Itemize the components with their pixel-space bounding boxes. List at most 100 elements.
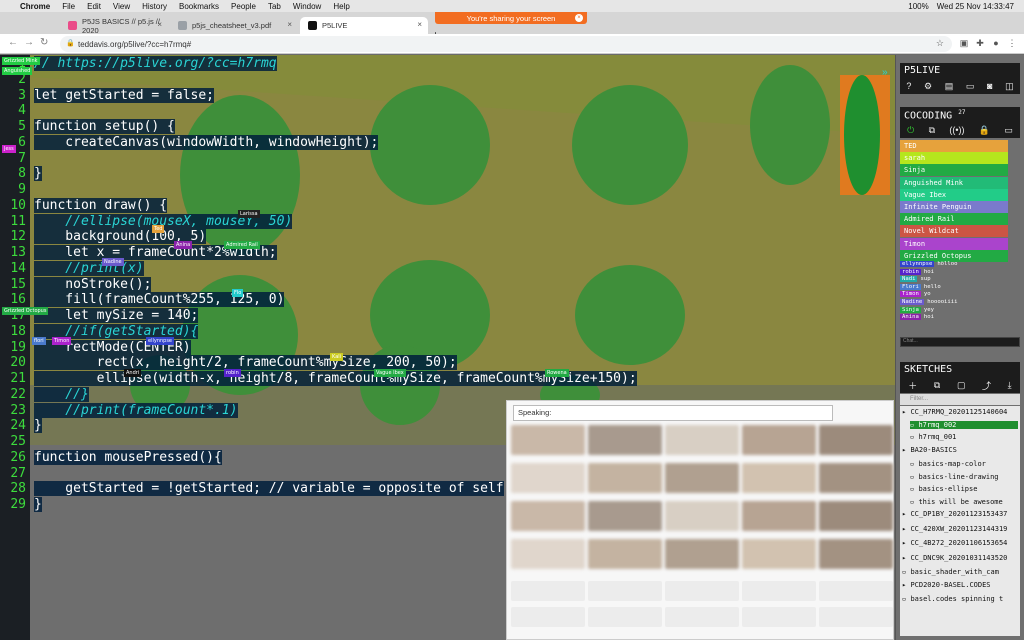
participant-video-tile[interactable] <box>665 463 739 493</box>
tab-cheatsheet[interactable]: p5js_cheatsheet_v3.pdf × <box>170 17 298 34</box>
participant-name-tile[interactable] <box>819 607 893 627</box>
menu-file[interactable]: File <box>62 2 75 11</box>
participant-video-tile[interactable] <box>588 539 662 569</box>
sketch-folder[interactable]: ▸ BA20-BASICS <box>902 446 1018 454</box>
sketch-folder[interactable]: ▸ CC_4B272_20201106153654 <box>902 539 1018 547</box>
sketch-folder[interactable]: ▸ PCD2020-BASEL.CODES <box>902 581 1018 589</box>
participant-video-tile[interactable] <box>742 501 816 531</box>
participant-video-tile[interactable] <box>742 539 816 569</box>
participant-name-tile[interactable] <box>588 581 662 601</box>
sketch-item[interactable]: ▫ this will be awesome <box>910 498 1018 506</box>
participant-video-tile[interactable] <box>819 425 893 455</box>
settings-icon[interactable]: ⚙ <box>924 81 932 92</box>
participant-name-tile[interactable] <box>588 607 662 627</box>
extension-icon[interactable]: ▣ <box>958 37 970 49</box>
participant-video-tile[interactable] <box>588 425 662 455</box>
cocoding-user[interactable]: Grizzled Octopus <box>900 249 1008 262</box>
menu-edit[interactable]: Edit <box>87 2 101 11</box>
tab-p5js-basics[interactable]: P5JS BASICS // p5.js // 2020 × <box>60 17 168 35</box>
menu-view[interactable]: View <box>113 2 130 11</box>
participant-video-tile[interactable] <box>742 425 816 455</box>
new-folder-icon[interactable]: ▢ <box>957 380 966 391</box>
export-icon[interactable]: ⤴ <box>982 379 991 392</box>
sketch-item[interactable]: ▫ basel.codes spinning t <box>902 595 1018 603</box>
sketch-folder[interactable]: ▸ CC_DP1BY_20201123153437 <box>902 510 1018 518</box>
duplicate-icon[interactable]: ⧉ <box>934 380 940 391</box>
copy-link-icon[interactable]: ⧉ <box>929 125 935 136</box>
close-tab-icon[interactable]: × <box>417 20 422 29</box>
profile-avatar-icon[interactable]: ● <box>990 37 1002 49</box>
participant-video-tile[interactable] <box>819 539 893 569</box>
cocoding-user[interactable]: Novel Wildcat <box>900 225 1008 238</box>
clock[interactable]: Wed 25 Nov 14:33:47 <box>937 2 1014 11</box>
back-icon[interactable]: ← <box>8 37 18 48</box>
menu-window[interactable]: Window <box>293 2 321 11</box>
participant-video-tile[interactable] <box>665 501 739 531</box>
close-tab-icon[interactable]: × <box>157 20 162 29</box>
participant-name-tile[interactable] <box>665 581 739 601</box>
participant-video-tile[interactable] <box>819 463 893 493</box>
sketch-item[interactable]: ▫ h7rmq_001 <box>910 433 1018 441</box>
participant-video-tile[interactable] <box>819 501 893 531</box>
participant-video-tile[interactable] <box>665 425 739 455</box>
broadcast-icon[interactable]: ((•)) <box>949 125 964 135</box>
cocoding-user[interactable]: Vague Ibex <box>900 188 1008 201</box>
cocoding-user[interactable]: sarah <box>900 152 1008 165</box>
power-icon[interactable]: ⏻ <box>907 125 914 136</box>
help-icon[interactable]: ? <box>906 81 911 91</box>
puzzle-icon[interactable]: ✚ <box>974 37 986 49</box>
cocoding-user[interactable]: Admired Rail <box>900 213 1008 226</box>
participant-video-tile[interactable] <box>665 539 739 569</box>
sketch-folder[interactable]: ▸ CC_DNC9K_20201031143520 <box>902 554 1018 562</box>
participant-name-tile[interactable] <box>742 581 816 601</box>
participant-name-tile[interactable] <box>511 581 585 601</box>
chat-input[interactable]: Chat... <box>900 337 1020 347</box>
bookmark-star-icon[interactable]: ☆ <box>936 38 944 49</box>
cocoding-user[interactable]: Anguished Mink <box>900 176 1008 189</box>
menu-people[interactable]: People <box>231 2 256 11</box>
more-menu-icon[interactable]: ⋮ <box>1006 37 1018 49</box>
sketch-filter-input[interactable]: Filter... <box>900 394 1020 405</box>
sketch-folder[interactable]: ▸ CC_420XW_20201123144319 <box>902 525 1018 533</box>
close-tab-icon[interactable]: × <box>287 20 292 29</box>
lock-icon[interactable]: 🔒 <box>66 39 75 47</box>
sketch-folder[interactable]: ▸ CC_H7RMQ_20201125140604 <box>902 408 1018 416</box>
cocoding-user[interactable]: Infinite Penguin <box>900 201 1008 213</box>
participant-video-tile[interactable] <box>742 463 816 493</box>
download-icon[interactable]: ⤓ <box>1008 380 1012 391</box>
participant-video-tile[interactable] <box>588 463 662 493</box>
participant-name-tile[interactable] <box>819 581 893 601</box>
record-icon[interactable]: ◫ <box>1005 81 1014 92</box>
sketch-item[interactable]: ▫ basics-ellipse <box>910 485 1018 493</box>
participant-name-tile[interactable] <box>665 607 739 627</box>
participant-video-tile[interactable] <box>511 539 585 569</box>
app-menu[interactable]: Chrome <box>20 2 50 11</box>
menu-bookmarks[interactable]: Bookmarks <box>179 2 219 11</box>
forward-icon[interactable]: → <box>24 37 34 48</box>
collapse-panel-icon[interactable]: » <box>882 67 888 78</box>
reference-icon[interactable]: ▤ <box>945 81 954 92</box>
participant-video-tile[interactable] <box>511 501 585 531</box>
participant-video-tile[interactable] <box>588 501 662 531</box>
window-icon[interactable]: ▭ <box>966 81 975 92</box>
stop-sharing-icon[interactable]: × <box>575 14 583 22</box>
sketch-item[interactable]: ▫ h7rmq_002 <box>910 420 1018 429</box>
participant-video-tile[interactable] <box>511 425 585 455</box>
address-bar[interactable]: 🔒 teddavis.org/p5live/?cc=h7rmq# ☆ <box>60 36 952 52</box>
participant-name-tile[interactable] <box>511 607 585 627</box>
cocoding-user[interactable]: Sinja <box>900 164 1008 177</box>
sketch-item[interactable]: ▫ basics-map-color <box>910 460 1018 468</box>
sketch-item[interactable]: ▫ basics-line-drawing <box>910 473 1018 481</box>
participant-name-tile[interactable] <box>742 607 816 627</box>
video-call-window[interactable]: Speaking: <box>506 400 894 640</box>
menu-history[interactable]: History <box>142 2 167 11</box>
cast-icon[interactable]: ▭ <box>1004 125 1013 136</box>
tab-p5live[interactable]: P5LIVE × <box>300 17 428 34</box>
sketch-item[interactable]: ▫ basic_shader_with_cam <box>902 568 1018 576</box>
menu-tab[interactable]: Tab <box>268 2 281 11</box>
camera-icon[interactable]: ◙ <box>987 81 992 91</box>
cocoding-user[interactable]: Timon <box>900 237 1008 250</box>
new-sketch-icon[interactable]: ＋ <box>908 379 917 392</box>
participant-video-tile[interactable] <box>511 463 585 493</box>
reload-icon[interactable]: ↻ <box>40 37 48 48</box>
